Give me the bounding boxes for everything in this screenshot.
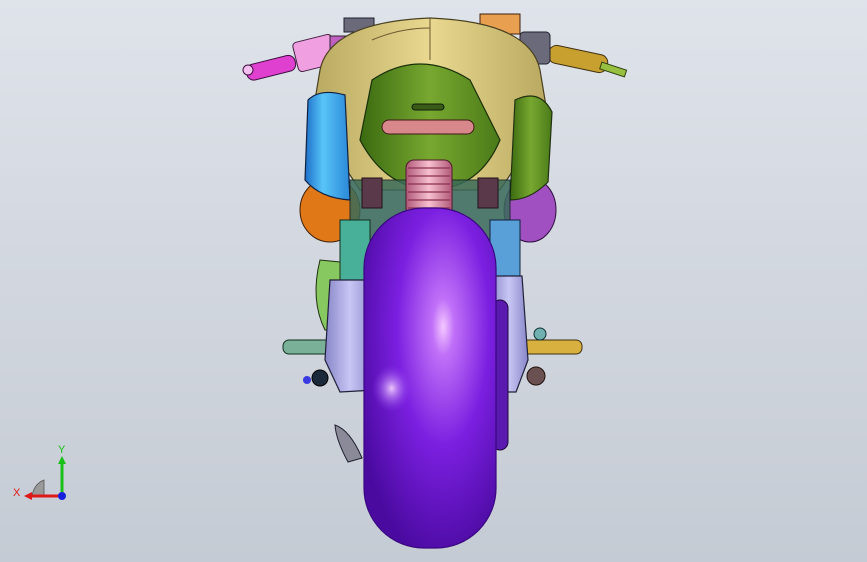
rear-tire[interactable] bbox=[363, 207, 497, 549]
y-axis-label: Y bbox=[58, 444, 66, 456]
tail-light-bar bbox=[381, 119, 475, 135]
z-axis-dot-icon bbox=[58, 492, 66, 500]
coordinate-triad: X Y bbox=[13, 444, 66, 500]
exhaust-tip bbox=[334, 424, 363, 463]
graphics-viewport[interactable]: X Y bbox=[0, 0, 867, 562]
right-side-panel[interactable] bbox=[509, 95, 553, 201]
left-side-panel[interactable] bbox=[304, 91, 351, 201]
x-axis-label: X bbox=[13, 487, 21, 499]
motorcycle-model[interactable] bbox=[0, 0, 867, 562]
triad-plane-icon bbox=[31, 479, 45, 497]
